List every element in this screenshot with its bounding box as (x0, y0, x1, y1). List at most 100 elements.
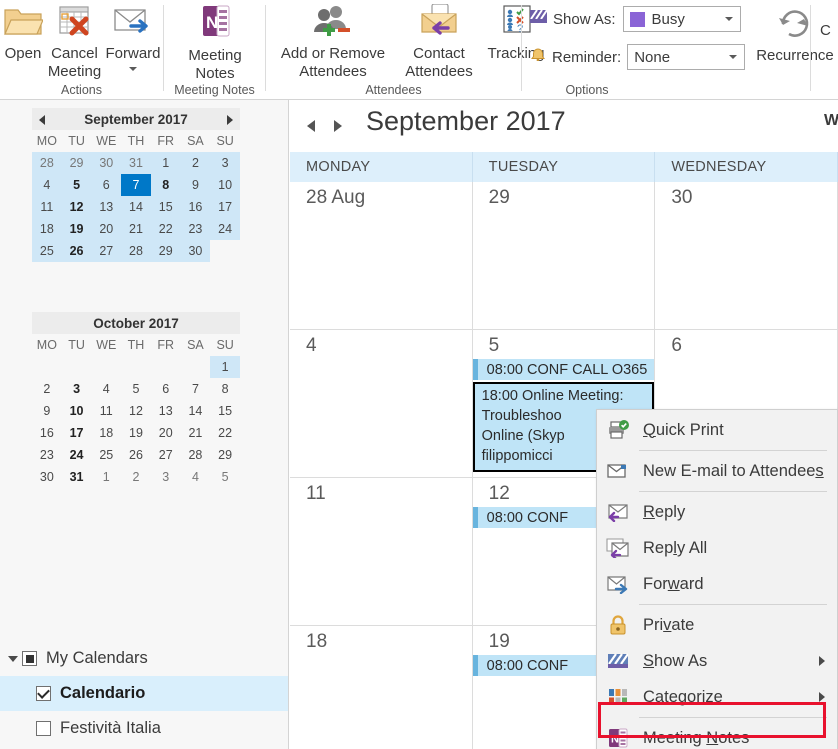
september-day-10[interactable]: 10 (210, 174, 240, 196)
october-day-14[interactable]: 14 (181, 400, 211, 422)
open-button[interactable]: Open (0, 4, 46, 63)
prev-period-arrow[interactable] (307, 120, 315, 132)
october-day-2[interactable]: 2 (32, 378, 62, 400)
my-calendars-checkbox[interactable] (22, 651, 37, 666)
october-day-28[interactable]: 28 (181, 444, 211, 466)
appointment-item[interactable]: 08:00 CONF CALL O365 (472, 359, 655, 380)
october-day-20[interactable]: 20 (151, 422, 181, 444)
date-navigator-october-grid[interactable]: 1 2 3 4 5 6 7 8 9 10 11 12 13 14 15 16 17 18 19 20 21 22 23 24 2… (32, 356, 240, 488)
september-day-2[interactable]: 2 (180, 152, 211, 174)
september-day-19[interactable]: 19 (61, 218, 92, 240)
october-day-4[interactable]: 4 (91, 378, 121, 400)
menu-item-meeting-notes[interactable]: N Meeting Notes (597, 720, 837, 749)
september-day-13[interactable]: 13 (91, 196, 122, 218)
september-day-18[interactable]: 18 (32, 218, 62, 240)
october-day-6[interactable]: 6 (151, 378, 181, 400)
october-day-11[interactable]: 11 (91, 400, 121, 422)
september-day-1[interactable]: 1 (150, 152, 181, 174)
october-day-1[interactable]: 1 (210, 356, 240, 378)
cancel-meeting-button[interactable]: Cancel Meeting (46, 4, 103, 81)
october-day-12[interactable]: 12 (121, 400, 151, 422)
october-day-5[interactable]: 5 (121, 378, 151, 400)
september-day-5[interactable]: 5 (61, 174, 92, 196)
october-day-8[interactable]: 8 (210, 378, 240, 400)
date-navigator-september-grid[interactable]: 28 29 30 31 1 2 3 4 5 6 7 8 9 10 11 12 13 14 15 16 17 18 19 20 2… (32, 152, 240, 262)
october-day-2[interactable]: 2 (121, 466, 151, 488)
menu-item-reply[interactable]: Reply (597, 494, 837, 530)
october-day-3[interactable]: 3 (151, 466, 181, 488)
september-day-15[interactable]: 15 (150, 196, 181, 218)
september-day-30[interactable]: 30 (91, 152, 122, 174)
october-day-22[interactable]: 22 (210, 422, 240, 444)
october-day-5[interactable]: 5 (210, 466, 240, 488)
prev-month-arrow[interactable] (39, 115, 45, 125)
menu-item-forward[interactable]: Forward (597, 566, 837, 602)
september-day-26[interactable]: 26 (61, 240, 92, 262)
forward-button[interactable]: Forward (103, 4, 163, 71)
calendar-day-cell[interactable]: 18 (290, 626, 473, 749)
calendar-item-festivita-italia[interactable]: Festività Italia (0, 711, 288, 746)
october-day-29[interactable]: 29 (210, 444, 240, 466)
menu-item-categorize[interactable]: Categorize (597, 679, 837, 715)
show-as-dropdown[interactable]: Busy (622, 6, 741, 32)
october-day-9[interactable]: 9 (32, 400, 62, 422)
add-or-remove-attendees-button[interactable]: Add or Remove Attendees (268, 4, 398, 81)
september-day-11[interactable]: 11 (32, 196, 62, 218)
september-day-8[interactable]: 8 (150, 174, 181, 196)
october-day-4[interactable]: 4 (181, 466, 211, 488)
menu-item-new-e-mail-to-attendees[interactable]: New E-mail to Attendees (597, 453, 837, 489)
contact-attendees-button[interactable]: Contact Attendees (398, 3, 480, 81)
september-day-6[interactable]: 6 (91, 174, 122, 196)
september-day-7[interactable]: 7 (121, 174, 151, 196)
calendario-checkbox[interactable] (36, 686, 51, 701)
categorize-button-truncated[interactable]: C (820, 22, 831, 39)
september-day-16[interactable]: 16 (180, 196, 211, 218)
my-calendars-group[interactable]: My Calendars (0, 641, 288, 676)
september-day-24[interactable]: 24 (210, 218, 240, 240)
october-day-30[interactable]: 30 (32, 466, 62, 488)
october-day-19[interactable]: 19 (121, 422, 151, 444)
collapse-triangle-icon[interactable] (8, 655, 18, 662)
next-month-arrow[interactable] (227, 115, 233, 125)
forward-dropdown-caret[interactable] (129, 67, 137, 71)
september-day-30[interactable]: 30 (180, 240, 211, 262)
october-day-26[interactable]: 26 (121, 444, 151, 466)
september-day-31[interactable]: 31 (121, 152, 151, 174)
september-day-25[interactable]: 25 (32, 240, 62, 262)
calendar-day-cell[interactable]: 11 (290, 478, 473, 626)
reminder-dropdown[interactable]: None (627, 44, 746, 70)
september-day-27[interactable]: 27 (91, 240, 122, 262)
september-day-17[interactable]: 17 (210, 196, 240, 218)
october-day-18[interactable]: 18 (91, 422, 121, 444)
october-day-23[interactable]: 23 (32, 444, 62, 466)
september-day-20[interactable]: 20 (91, 218, 122, 240)
september-day-9[interactable]: 9 (180, 174, 211, 196)
october-day-3[interactable]: 3 (62, 378, 92, 400)
next-period-arrow[interactable] (334, 120, 342, 132)
chevron-down-icon[interactable] (724, 17, 733, 21)
context-menu[interactable]: Quick Print New E-mail to Attendees Reply R… (596, 409, 838, 749)
october-day-17[interactable]: 17 (62, 422, 92, 444)
festivita-italia-checkbox[interactable] (36, 721, 51, 736)
chevron-down-icon[interactable] (729, 55, 738, 59)
september-day-28[interactable]: 28 (121, 240, 151, 262)
menu-item-show-as[interactable]: Show As (597, 643, 837, 679)
october-day-13[interactable]: 13 (151, 400, 181, 422)
october-day-16[interactable]: 16 (32, 422, 62, 444)
calendar-item-calendario[interactable]: Calendario (0, 676, 288, 711)
september-day-29[interactable]: 29 (150, 240, 181, 262)
menu-item-reply-all[interactable]: Reply All (597, 530, 837, 566)
calendar-day-cell[interactable]: 4 (290, 330, 473, 478)
september-day-23[interactable]: 23 (180, 218, 211, 240)
october-day-27[interactable]: 27 (151, 444, 181, 466)
october-day-21[interactable]: 21 (181, 422, 211, 444)
september-day-29[interactable]: 29 (61, 152, 92, 174)
september-day-12[interactable]: 12 (61, 196, 92, 218)
september-day-14[interactable]: 14 (121, 196, 151, 218)
menu-item-private[interactable]: Private (597, 607, 837, 643)
october-day-31[interactable]: 31 (62, 466, 92, 488)
menu-item-quick-print[interactable]: Quick Print (597, 412, 837, 448)
october-day-1[interactable]: 1 (91, 466, 121, 488)
september-day-22[interactable]: 22 (150, 218, 181, 240)
october-day-15[interactable]: 15 (210, 400, 240, 422)
